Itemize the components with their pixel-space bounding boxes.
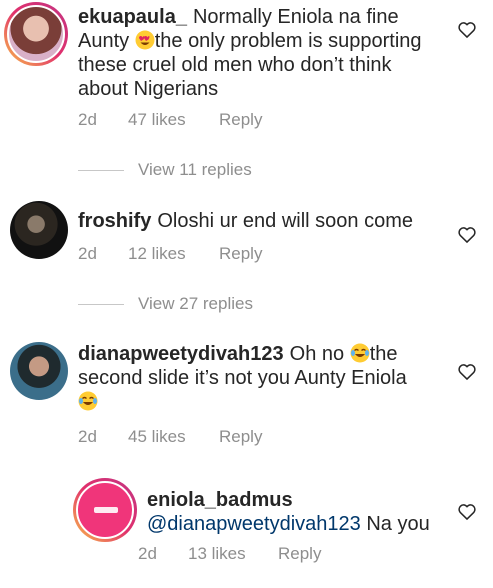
timestamp: 2d	[78, 244, 97, 263]
username[interactable]: dianapweetydivah123	[78, 343, 284, 365]
likes-count[interactable]: 13 likes	[188, 544, 246, 564]
likes-count[interactable]: 45 likes	[128, 427, 186, 447]
username[interactable]: eniola_badmus	[147, 489, 293, 511]
replies-divider	[78, 304, 124, 305]
comment-text: eniola_badmus @dianapweetydivah123 Na yo…	[147, 489, 430, 535]
logo-mark	[94, 507, 118, 513]
reply-button[interactable]: Reply	[219, 427, 262, 447]
tears-of-joy-emoji	[78, 391, 98, 411]
comment-froshify: froshify Oloshi ur end will soon come 2d …	[0, 195, 493, 295]
username[interactable]: ekuapaula_	[78, 6, 187, 28]
likes-count[interactable]: 47 likes	[128, 110, 186, 130]
heart-eyes-emoji	[135, 30, 155, 50]
avatar-eniola-badmus[interactable]	[73, 478, 137, 542]
comment-ekuapaula: ekuapaula_ Normally Eniola na fine Aunty …	[0, 0, 493, 160]
timestamp: 2d	[78, 427, 97, 446]
view-replies-button[interactable]: View 27 replies	[78, 294, 318, 316]
reply-button[interactable]: Reply	[278, 544, 321, 564]
avatar-ekuapaula[interactable]	[4, 2, 68, 66]
mention-link[interactable]: @dianapweetydivah123	[147, 513, 361, 535]
likes-count[interactable]: 12 likes	[128, 244, 186, 264]
comment-meta: 2d 12 likes Reply	[78, 244, 378, 266]
comment-meta: 2d 47 likes Reply	[78, 110, 378, 132]
reply-button[interactable]: Reply	[219, 244, 262, 264]
heart-outline-icon[interactable]	[457, 20, 477, 40]
tears-of-joy-emoji	[350, 343, 370, 363]
comment-dianapweetydivah123: dianapweetydivah123 Oh no the second slid…	[0, 330, 493, 460]
view-replies-button[interactable]: View 11 replies	[78, 160, 318, 182]
heart-outline-icon[interactable]	[457, 225, 477, 245]
reply-eniola-badmus: eniola_badmus @dianapweetydivah123 Na yo…	[0, 470, 493, 588]
comment-meta: 2d 13 likes Reply	[138, 544, 438, 566]
comment-meta: 2d 45 likes Reply	[78, 427, 378, 449]
replies-divider	[78, 170, 124, 171]
comment-text: froshify Oloshi ur end will soon come	[78, 210, 414, 232]
avatar-froshify[interactable]	[10, 201, 68, 259]
avatar-photo	[7, 5, 65, 63]
username[interactable]: froshify	[78, 210, 151, 232]
avatar-dianapweetydivah123[interactable]	[10, 342, 68, 400]
comment-text: dianapweetydivah123 Oh no the second slid…	[78, 342, 458, 414]
comments-screen: { "comments": [ { "username": "ekuapaula…	[0, 0, 493, 588]
avatar-logo	[76, 481, 134, 539]
timestamp: 2d	[78, 110, 97, 129]
comment-text: ekuapaula_ Normally Eniola na fine Aunty …	[78, 6, 422, 100]
heart-outline-icon[interactable]	[457, 502, 477, 522]
heart-outline-icon[interactable]	[457, 362, 477, 382]
reply-button[interactable]: Reply	[219, 110, 262, 130]
timestamp: 2d	[138, 544, 157, 563]
